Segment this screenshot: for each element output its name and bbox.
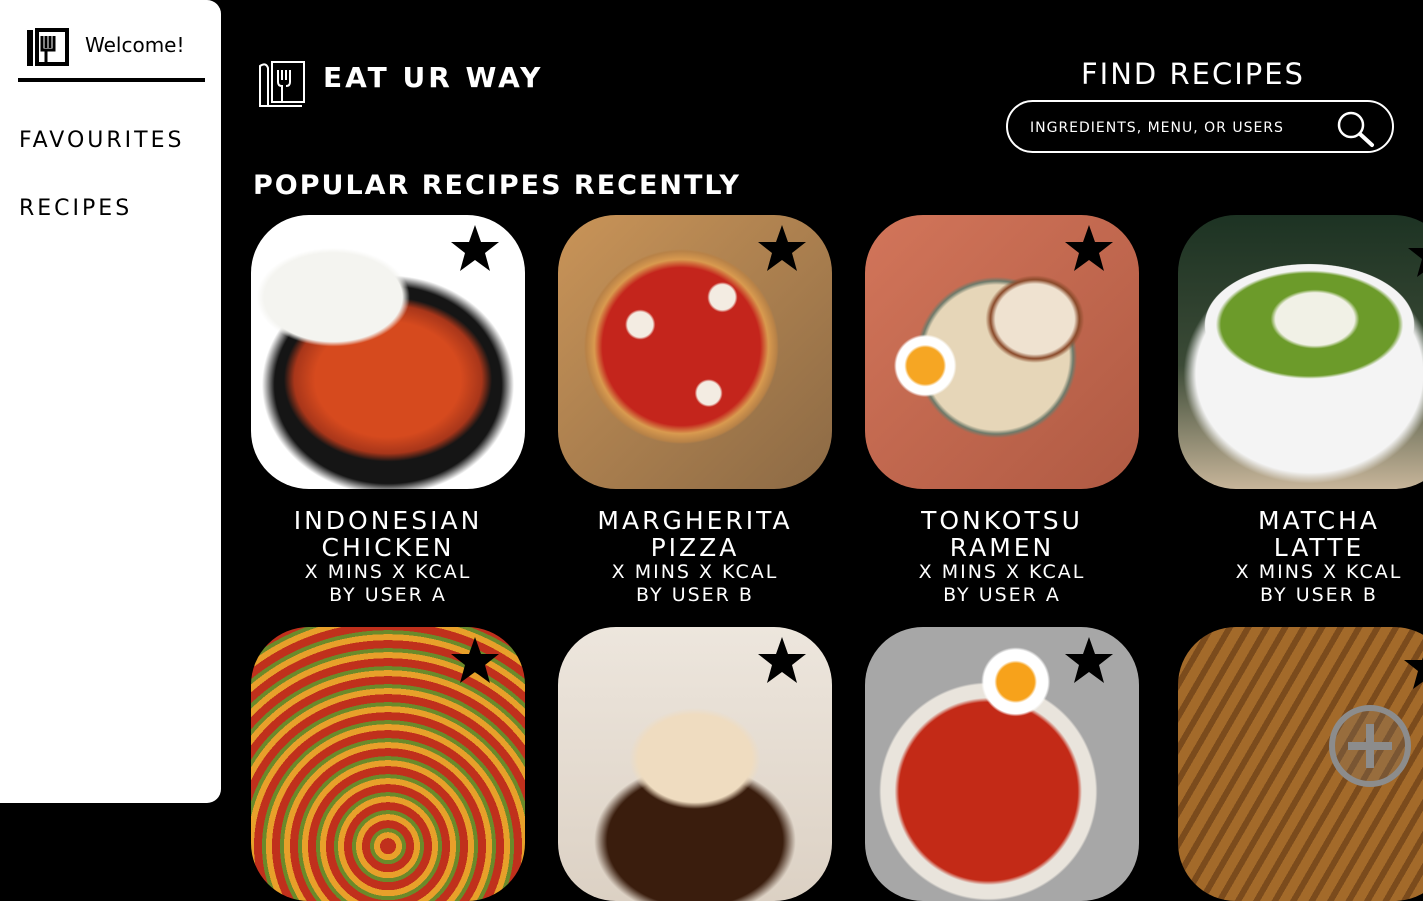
recipe-card[interactable] xyxy=(558,627,832,901)
star-icon[interactable] xyxy=(449,635,501,687)
recipe-title: CHICKEN xyxy=(321,533,455,562)
recipe-card[interactable] xyxy=(251,627,525,901)
recipe-title: PIZZA xyxy=(650,533,740,562)
star-icon[interactable] xyxy=(449,223,501,275)
recipe-info: MATCHA LATTE X MINS X KCAL BY USER B xyxy=(1186,507,1423,607)
star-icon[interactable] xyxy=(756,223,808,275)
star-icon[interactable] xyxy=(1063,223,1115,275)
star-icon[interactable] xyxy=(1402,641,1423,693)
find-recipes-title: FIND RECIPES xyxy=(1081,57,1305,91)
recipe-card[interactable]: INDONESIAN CHICKEN X MINS X KCAL BY USER… xyxy=(251,215,525,607)
recipe-title: LATTE xyxy=(1273,533,1365,562)
sidebar-divider xyxy=(18,78,205,82)
recipe-title: TONKOTSU xyxy=(921,506,1083,535)
star-icon[interactable] xyxy=(756,635,808,687)
recipe-card[interactable]: MATCHA LATTE X MINS X KCAL BY USER B xyxy=(1178,215,1423,607)
recipe-info: TONKOTSU RAMEN X MINS X KCAL BY USER A xyxy=(865,507,1139,607)
recipe-info: INDONESIAN CHICKEN X MINS X KCAL BY USER… xyxy=(251,507,525,607)
star-icon[interactable] xyxy=(1406,229,1423,281)
search-box xyxy=(1006,100,1394,153)
recipe-image[interactable] xyxy=(251,215,525,489)
recipe-stats: X MINS X KCAL xyxy=(1235,561,1403,583)
recipe-author: BY USER B xyxy=(1260,584,1378,606)
recipe-title: INDONESIAN xyxy=(293,506,483,535)
search-input[interactable] xyxy=(1028,114,1322,142)
welcome-text: Welcome! xyxy=(85,33,185,57)
search-icon[interactable] xyxy=(1334,110,1378,148)
recipe-stats: X MINS X KCAL xyxy=(611,561,779,583)
fork-knife-logo-icon xyxy=(259,61,305,107)
recipe-card[interactable] xyxy=(865,627,1139,901)
recipe-author: BY USER A xyxy=(329,584,447,606)
fork-knife-logo-icon xyxy=(27,28,69,66)
recipe-image[interactable] xyxy=(865,627,1139,901)
add-recipe-button[interactable] xyxy=(1328,704,1412,788)
recipe-title: MATCHA xyxy=(1258,506,1380,535)
recipe-image[interactable] xyxy=(865,215,1139,489)
recipe-card[interactable]: TONKOTSU RAMEN X MINS X KCAL BY USER A xyxy=(865,215,1139,607)
section-title: POPULAR RECIPES RECENTLY xyxy=(253,170,741,201)
brand-title: EAT UR WAY xyxy=(323,61,544,94)
recipe-title: MARGHERITA xyxy=(597,506,793,535)
recipe-info: MARGHERITA PIZZA X MINS X KCAL BY USER B xyxy=(558,507,832,607)
sidebar: Welcome! FAVOURITES RECIPES xyxy=(0,0,221,803)
recipe-author: BY USER B xyxy=(636,584,754,606)
recipe-author: BY USER A xyxy=(943,584,1061,606)
recipe-image[interactable] xyxy=(558,627,832,901)
recipe-card[interactable]: MARGHERITA PIZZA X MINS X KCAL BY USER B xyxy=(558,215,832,607)
sidebar-item-favourites[interactable]: FAVOURITES xyxy=(19,128,184,153)
recipe-image[interactable] xyxy=(558,215,832,489)
recipe-stats: X MINS X KCAL xyxy=(304,561,472,583)
star-icon[interactable] xyxy=(1063,635,1115,687)
recipe-image[interactable] xyxy=(251,627,525,901)
recipe-stats: X MINS X KCAL xyxy=(918,561,1086,583)
recipe-image[interactable] xyxy=(1178,215,1423,489)
recipe-title: RAMEN xyxy=(949,533,1055,562)
sidebar-item-recipes[interactable]: RECIPES xyxy=(19,196,132,221)
